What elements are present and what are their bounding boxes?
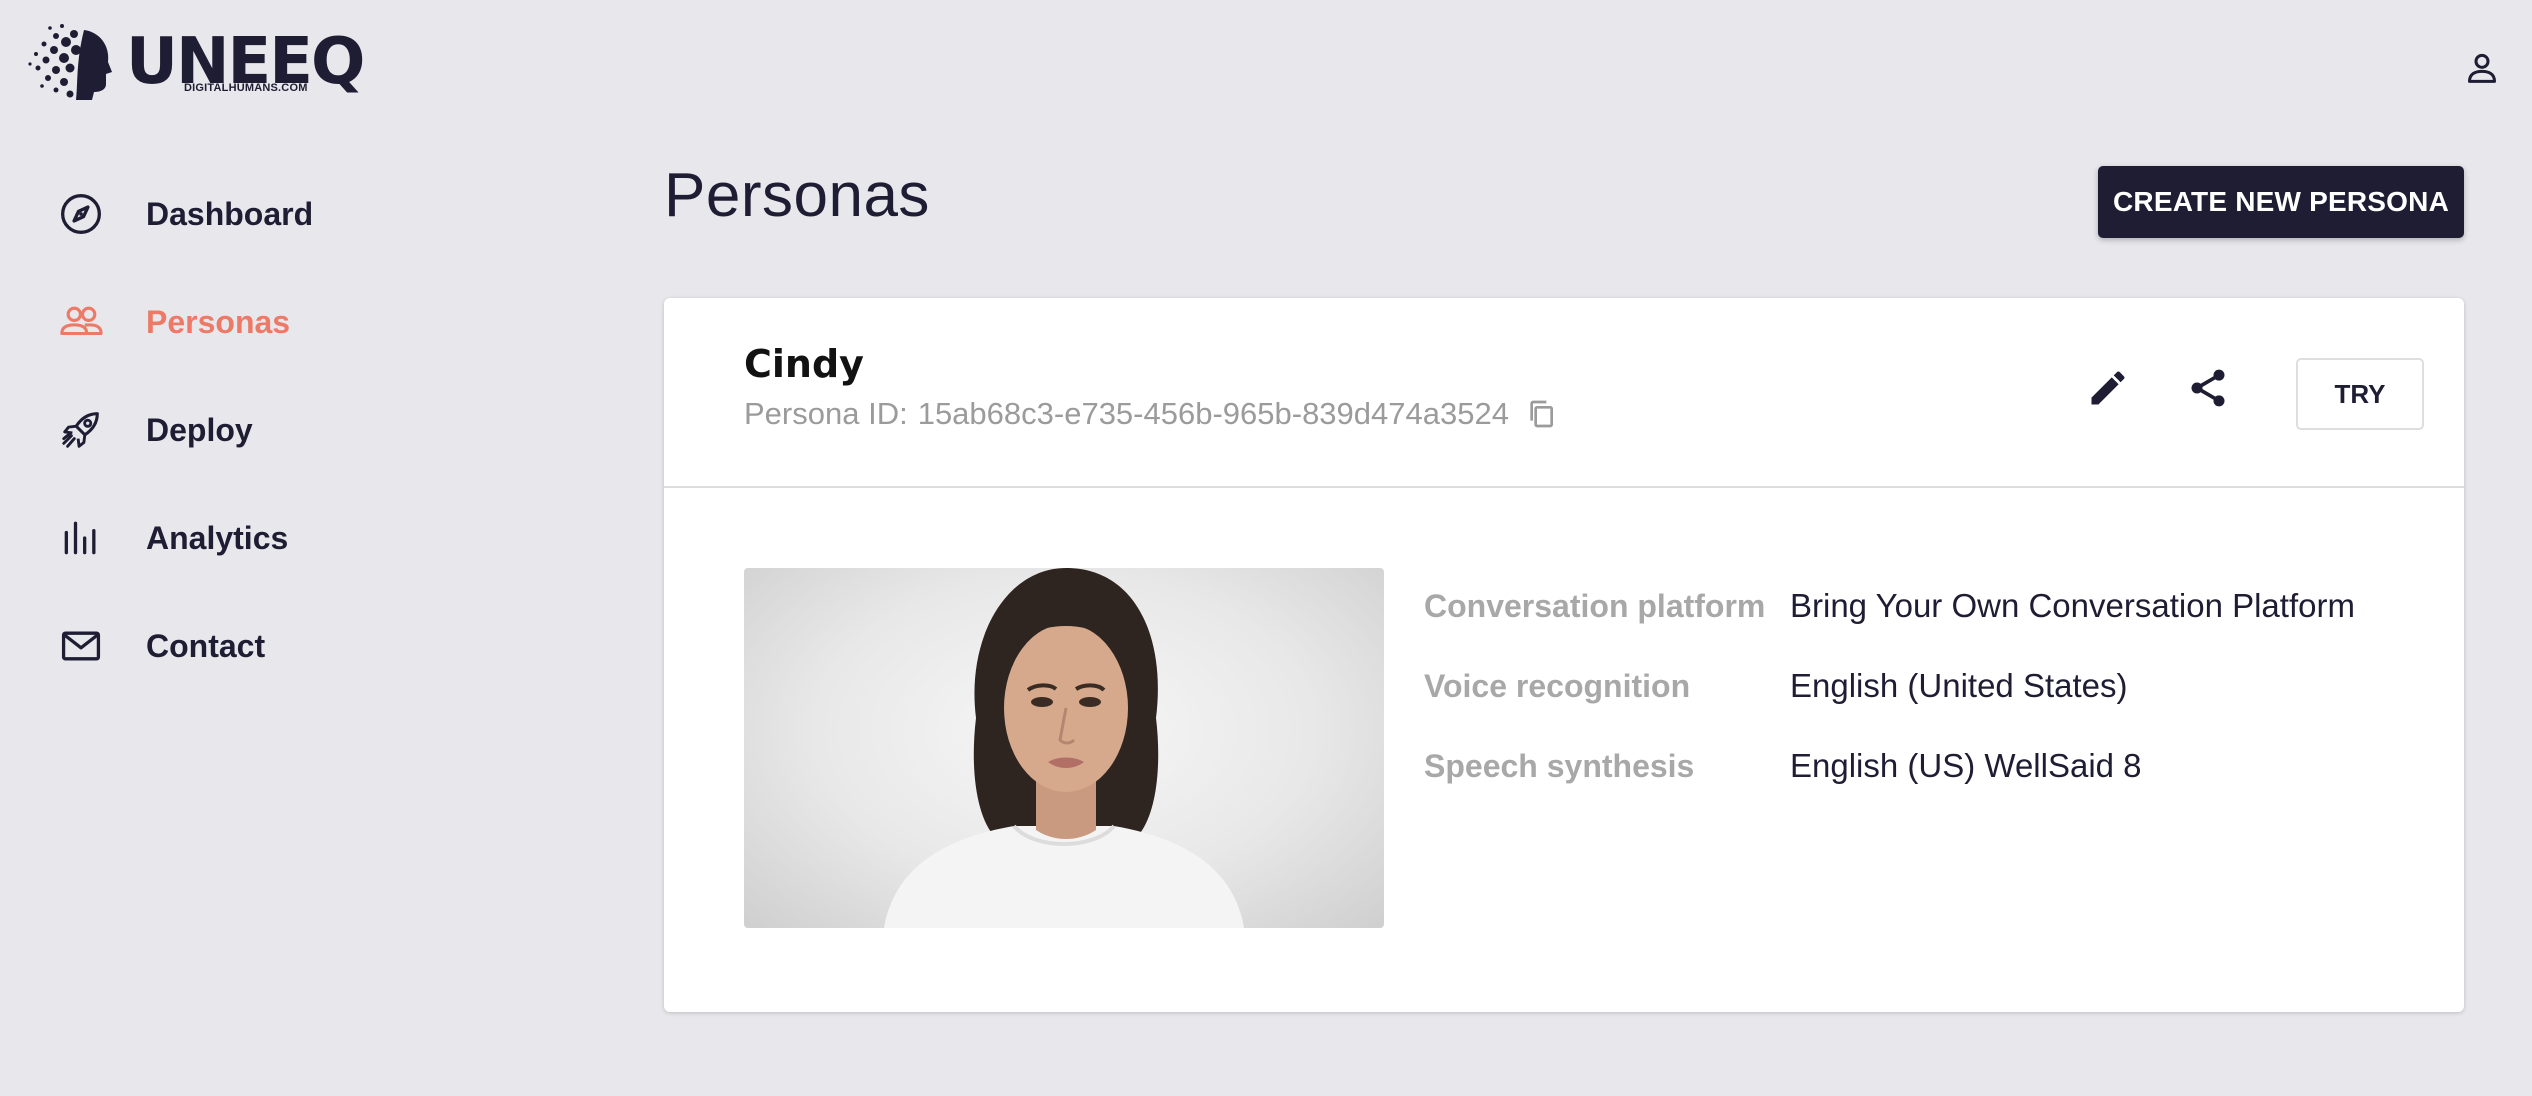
sidebar-item-label: Personas (146, 303, 291, 340)
persona-card-header: Cindy Persona ID: 15ab68c3-e735-456b-965… (664, 298, 2464, 488)
copy-icon[interactable] (1525, 398, 1557, 430)
detail-row-conversation-platform: Conversation platform Bring Your Own Con… (1424, 566, 2355, 646)
detail-value: English (US) WellSaid 8 (1790, 747, 2142, 784)
persona-card: Cindy Persona ID: 15ab68c3-e735-456b-965… (664, 298, 2464, 1012)
person-outline-icon (2468, 53, 2496, 83)
sidebar-item-label: Dashboard (146, 195, 314, 232)
detail-label: Voice recognition (1424, 667, 1691, 704)
account-button[interactable] (2460, 46, 2504, 90)
sidebar-item-contact[interactable]: Contact (0, 592, 640, 700)
sidebar-item-personas[interactable]: Personas (0, 268, 640, 376)
compass-icon (58, 191, 104, 237)
detail-row-speech-synthesis: Speech synthesis English (US) WellSaid 8 (1424, 726, 2355, 806)
persona-portrait-image (744, 568, 1384, 928)
detail-value: Bring Your Own Conversation Platform (1790, 587, 2355, 624)
logo-wordmark: UNEEQ DIGITALHUMANS.COM (126, 22, 365, 102)
persona-name: Cindy (744, 342, 864, 386)
sidebar-item-label: Analytics (146, 519, 289, 556)
share-icon (2191, 369, 2225, 407)
try-persona-button[interactable]: TRY (2296, 358, 2424, 430)
edit-persona-button[interactable] (2080, 360, 2136, 416)
pencil-icon (2091, 371, 2125, 405)
logo-head-icon (28, 24, 112, 100)
brand-tagline: DIGITALHUMANS.COM (184, 82, 308, 94)
sidebar-item-analytics[interactable]: Analytics (0, 484, 640, 592)
sidebar-item-deploy[interactable]: Deploy (0, 376, 640, 484)
people-outline-icon (58, 299, 104, 345)
persona-id: Persona ID: 15ab68c3-e735-456b-965b-839d… (744, 396, 1557, 432)
persona-id-value: 15ab68c3-e735-456b-965b-839d474a3524 (917, 396, 1509, 431)
persona-id-label: Persona ID: (744, 396, 908, 431)
share-persona-button[interactable] (2180, 360, 2236, 416)
detail-label: Speech synthesis (1424, 747, 1695, 784)
detail-label: Conversation platform (1424, 587, 1766, 624)
sidebar-item-label: Deploy (146, 411, 253, 448)
detail-value: English (United States) (1790, 667, 2128, 704)
detail-row-voice-recognition: Voice recognition English (United States… (1424, 646, 2355, 726)
sidebar-item-label: Contact (146, 627, 266, 664)
rocket-icon (58, 407, 104, 453)
sidebar-item-dashboard[interactable]: Dashboard (0, 160, 640, 268)
persona-details: Conversation platform Bring Your Own Con… (1424, 566, 2355, 806)
sidebar-nav: Dashboard Personas Deploy Analytics Cont… (0, 160, 640, 700)
mail-icon (58, 623, 104, 669)
bar-chart-icon (58, 515, 104, 561)
create-new-persona-button[interactable]: CREATE NEW PERSONA (2098, 166, 2464, 238)
page-title: Personas (664, 161, 930, 230)
brand-logo[interactable]: UNEEQ DIGITALHUMANS.COM (26, 22, 365, 102)
